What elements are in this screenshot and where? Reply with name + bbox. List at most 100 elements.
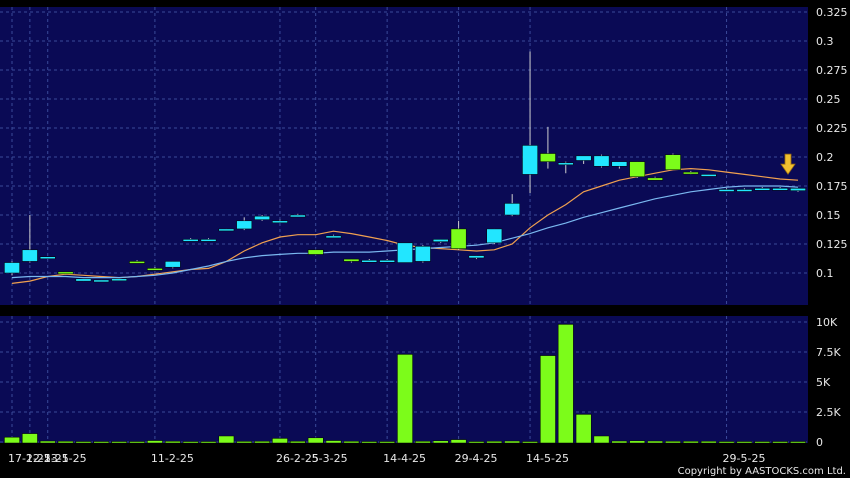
volume-bar — [736, 441, 753, 444]
candle-body — [182, 239, 199, 242]
candle-body — [700, 174, 717, 177]
volume-tick-label: 10K — [816, 316, 838, 329]
volume-bar — [182, 441, 199, 444]
candle-body — [450, 228, 467, 249]
price-tick-label: 0.2 — [816, 151, 834, 164]
candle-body — [647, 177, 663, 181]
candle-body — [93, 279, 110, 283]
volume-bar — [772, 441, 788, 444]
candle-body — [504, 203, 521, 216]
volume-bar — [22, 433, 38, 444]
date-tick-label: 14-5-25 — [526, 452, 569, 465]
date-tick-label: 29-5-25 — [723, 452, 766, 465]
volume-bar — [754, 441, 771, 444]
candle-body — [718, 189, 735, 192]
volume-axis-labels: 0 2.5K 5K 7.5K 10K — [816, 316, 841, 449]
volume-bar — [379, 441, 395, 444]
volume-bar — [39, 440, 56, 444]
candle-body — [75, 278, 92, 282]
volume-bar — [325, 440, 342, 444]
volume-bar — [129, 441, 145, 444]
candle-body — [236, 220, 253, 230]
candle-body — [39, 256, 56, 260]
candle-body — [736, 189, 753, 192]
candle-body — [575, 155, 592, 161]
volume-bar — [75, 441, 92, 444]
candle-body — [665, 154, 681, 171]
candle-body — [486, 228, 503, 244]
volume-bar — [397, 354, 413, 444]
stock-chart: 0.1 0.125 0.15 0.175 0.2 0.225 0.25 0.275 0.3 0.3… — [0, 6, 848, 477]
volume-bar — [540, 355, 556, 444]
volume-bar — [147, 440, 163, 444]
candle-body — [200, 239, 217, 242]
candle-body — [307, 249, 324, 255]
price-tick-label: 0.3 — [816, 35, 834, 48]
date-tick-label: 5-3-25 — [312, 452, 348, 465]
volume-bar — [718, 441, 735, 444]
date-tick-label: 23-1-25 — [44, 452, 87, 465]
candle-body — [147, 268, 163, 271]
volume-bar — [343, 441, 360, 444]
chart-root: 0.1 0.125 0.15 0.175 0.2 0.225 0.25 0.275 0.3 0.3… — [0, 0, 850, 478]
candle-body — [611, 161, 628, 167]
candle-body — [432, 239, 449, 242]
volume-bar — [4, 436, 20, 444]
price-tick-label: 0.15 — [816, 209, 841, 222]
candle-body — [772, 188, 788, 191]
candle-body — [218, 228, 235, 232]
candle-body — [415, 246, 431, 262]
volume-bar — [700, 441, 717, 444]
volume-bar — [790, 441, 806, 444]
volume-tick-label: 0 — [816, 436, 823, 449]
candle-body — [593, 155, 610, 167]
volume-bar — [272, 438, 288, 444]
candle-body — [629, 161, 646, 177]
price-tick-label: 0.275 — [816, 64, 848, 77]
candle-body — [540, 153, 556, 162]
volume-bar — [164, 441, 181, 444]
date-tick-label: 29-4-25 — [455, 452, 498, 465]
price-axis-labels: 0.1 0.125 0.15 0.175 0.2 0.225 0.25 0.275 0.3 0.3… — [816, 6, 848, 280]
volume-bar — [593, 435, 610, 444]
candle-body — [790, 188, 806, 191]
price-tick-label: 0.325 — [816, 6, 848, 19]
volume-bar — [522, 441, 538, 444]
candle-body — [343, 258, 360, 262]
candle-body — [129, 261, 145, 264]
date-axis-labels: 17-1-2522-1-2523-1-25 11-2-25 26-2-255-3-2… — [8, 452, 765, 465]
copyright-text: Copyright by AASTOCKS.com Ltd. — [678, 466, 846, 477]
volume-bar — [468, 441, 485, 444]
candle-body — [468, 255, 485, 259]
volume-bar — [629, 440, 646, 444]
candle-body — [379, 259, 395, 263]
date-tick-label: 11-2-25 — [151, 452, 194, 465]
price-tick-label: 0.175 — [816, 180, 848, 193]
volume-bar — [415, 441, 431, 444]
volume-tick-label: 7.5K — [816, 346, 841, 359]
volume-bar — [611, 440, 628, 444]
candle-body — [522, 145, 538, 175]
price-tick-label: 0.125 — [816, 238, 848, 251]
volume-bar — [200, 441, 217, 444]
candle-body — [254, 215, 270, 220]
volume-bar — [450, 439, 467, 444]
price-tick-label: 0.1 — [816, 267, 834, 280]
volume-bar — [432, 440, 449, 444]
candle-body — [57, 271, 74, 275]
candle-body — [557, 162, 574, 166]
price-tick-label: 0.25 — [816, 93, 841, 106]
volume-bar — [504, 440, 521, 444]
date-tick-label: 14-4-25 — [383, 452, 426, 465]
volume-bar — [486, 441, 503, 444]
volume-tick-label: 2.5K — [816, 406, 841, 419]
candle-body — [111, 278, 128, 282]
candle-body — [164, 261, 181, 268]
volume-bar — [557, 324, 574, 444]
candle-body — [361, 259, 378, 263]
volume-bar — [289, 441, 306, 444]
candle-body — [325, 235, 342, 239]
candle-body — [22, 249, 38, 262]
volume-bar — [575, 414, 592, 444]
volume-bar — [111, 441, 128, 444]
